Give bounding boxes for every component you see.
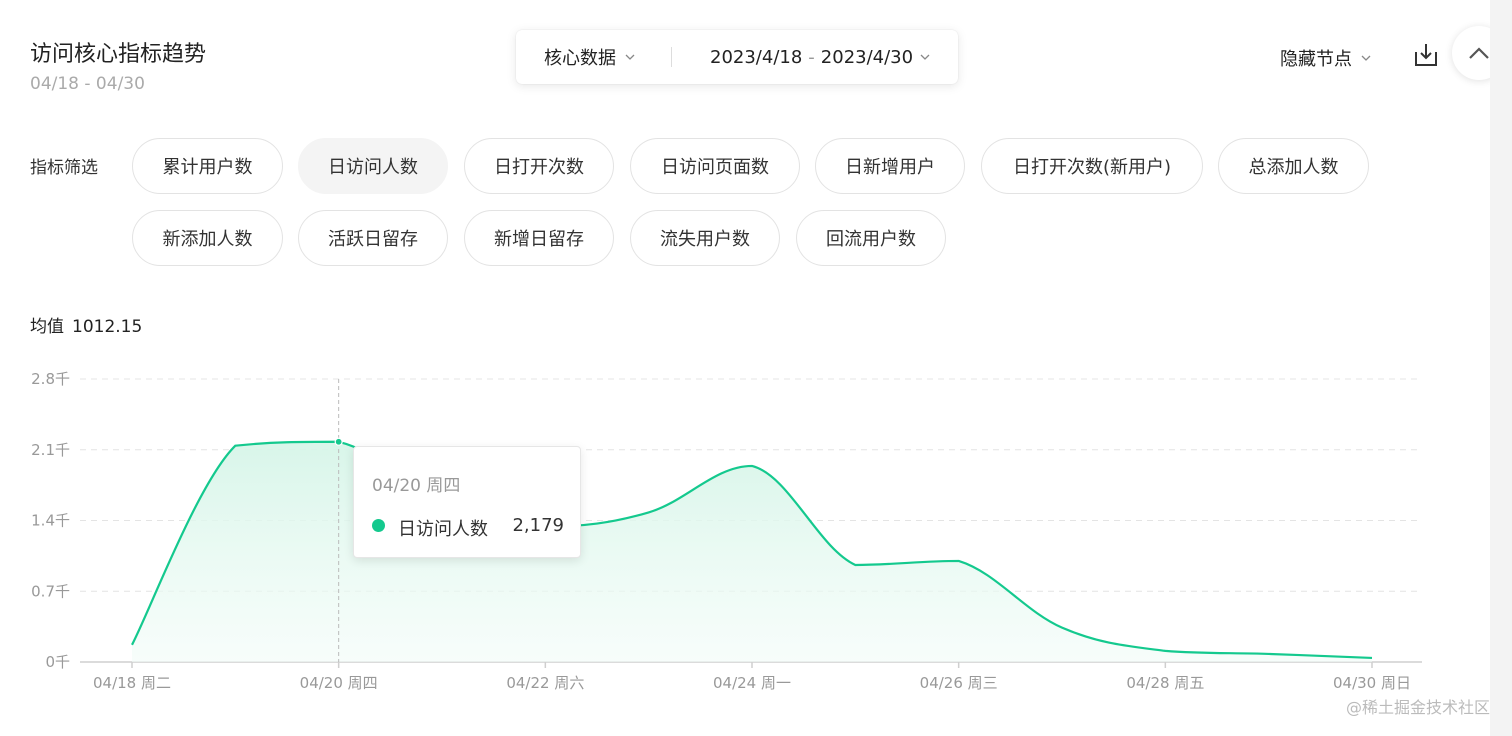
chip-cumulative-users[interactable]: 累计用户数 [132, 138, 283, 194]
chip-daily-opens-new-users[interactable]: 日打开次数(新用户) [981, 138, 1203, 194]
y-tick-label: 2.1千 [31, 441, 70, 459]
chip-total-added[interactable]: 总添加人数 [1218, 138, 1369, 194]
data-point [334, 437, 343, 446]
chip-churned-users[interactable]: 流失用户数 [630, 210, 780, 266]
y-tick-label: 2.8千 [31, 370, 70, 388]
chevron-down-icon [920, 54, 930, 60]
watermark: @稀土掘金技术社区 [1345, 698, 1490, 717]
chip-returning-users[interactable]: 回流用户数 [796, 210, 946, 266]
x-tick-label: 04/28 周五 [1126, 674, 1204, 690]
core-data-label: 核心数据 [544, 48, 616, 69]
core-data-dropdown[interactable]: 核心数据 [544, 30, 636, 84]
average-readout: 均值 1012.15 [30, 312, 142, 337]
x-tick-label: 04/30 周日 [1333, 674, 1411, 690]
date-separator: - [808, 46, 815, 68]
selector-divider [671, 47, 672, 67]
chip-daily-pageviews[interactable]: 日访问页面数 [630, 138, 800, 194]
trend-chart[interactable]: 0千 0.7千 1.4千 2.1千 2.8千 04/18 周二 04/20 周四 04/22… [0, 360, 1490, 690]
date-range-picker[interactable]: 2023/4/18 - 2023/4/30 [710, 30, 931, 84]
average-label: 均值 [30, 317, 64, 337]
average-value: 1012.15 [72, 317, 143, 337]
y-tick-label: 1.4千 [31, 512, 70, 530]
download-icon[interactable] [1412, 40, 1440, 70]
x-tick-label: 04/26 周三 [920, 674, 998, 690]
chip-daily-visitors[interactable]: 日访问人数 [298, 138, 448, 194]
date-range-subtitle: 04/18 - 04/30 [30, 74, 145, 94]
y-tick-label: 0.7千 [31, 582, 70, 600]
scrollbar[interactable] [1490, 0, 1512, 736]
x-tick-label: 04/22 周六 [506, 674, 584, 690]
page-title: 访问核心指标趋势 [30, 42, 207, 67]
date-end: 2023/4/30 [820, 46, 914, 68]
x-tick-label: 04/20 周四 [300, 674, 378, 690]
tooltip-value: 2,179 [512, 515, 564, 536]
series-dot-icon [372, 519, 385, 532]
series-area [132, 441, 1372, 662]
x-tick-label: 04/18 周二 [93, 674, 171, 690]
tooltip-date: 04/20 周四 [372, 476, 461, 496]
hide-nodes-dropdown[interactable]: 隐藏节点 [1280, 45, 1372, 71]
chip-new-retention[interactable]: 新增日留存 [464, 210, 614, 266]
selector-card: 核心数据 2023/4/18 - 2023/4/30 [516, 30, 958, 84]
chip-active-retention[interactable]: 活跃日留存 [298, 210, 448, 266]
chart-tooltip: 04/20 周四 日访问人数 2,179 [353, 446, 581, 558]
chip-new-added[interactable]: 新添加人数 [132, 210, 283, 266]
chip-daily-opens[interactable]: 日打开次数 [464, 138, 614, 194]
date-start: 2023/4/18 [710, 46, 803, 68]
chevron-down-icon [1361, 55, 1371, 61]
filter-label: 指标筛选 [30, 158, 98, 178]
chevron-down-icon [625, 54, 635, 60]
x-tick-label: 04/24 周一 [713, 674, 791, 690]
y-tick-label: 0千 [45, 653, 70, 671]
hide-nodes-label: 隐藏节点 [1280, 49, 1352, 70]
chip-daily-new-users[interactable]: 日新增用户 [815, 138, 965, 194]
chevron-up-icon [1469, 47, 1489, 59]
tooltip-series-name: 日访问人数 [398, 519, 488, 540]
